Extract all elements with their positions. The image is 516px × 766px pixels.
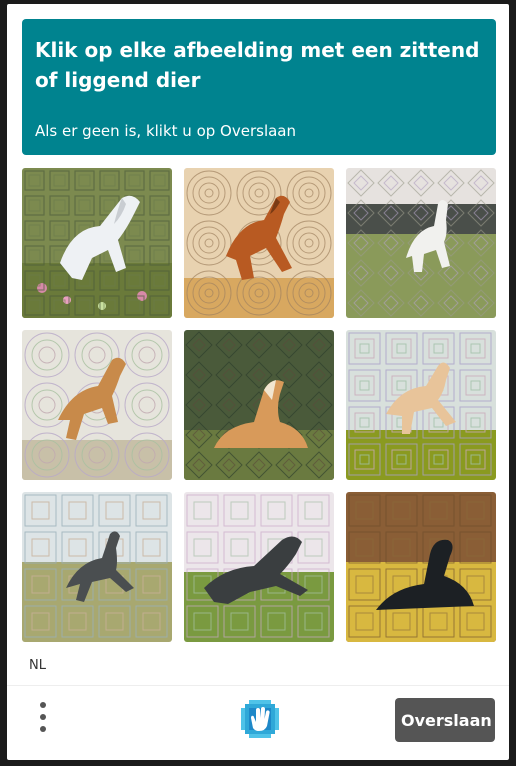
image-tile-2[interactable] bbox=[184, 168, 334, 318]
language-selector[interactable]: NL bbox=[29, 658, 46, 673]
tile-image bbox=[184, 168, 334, 318]
image-tile-4[interactable] bbox=[22, 330, 172, 480]
tile-image bbox=[346, 330, 496, 480]
footer-divider bbox=[7, 685, 509, 686]
prompt-title: Klik op elke afbeelding met een zittend … bbox=[35, 38, 480, 92]
image-tile-7[interactable] bbox=[22, 492, 172, 642]
image-tile-9[interactable] bbox=[346, 492, 496, 642]
tile-image bbox=[184, 330, 334, 480]
image-tile-5[interactable] bbox=[184, 330, 334, 480]
image-tile-6[interactable] bbox=[346, 330, 496, 480]
tile-image bbox=[346, 168, 496, 318]
kebab-menu-icon[interactable] bbox=[35, 702, 51, 734]
challenge-prompt: Klik op elke afbeelding met een zittend … bbox=[22, 19, 496, 155]
tile-image bbox=[22, 168, 172, 318]
image-tile-8[interactable] bbox=[184, 492, 334, 642]
tile-image bbox=[184, 492, 334, 642]
tile-image bbox=[346, 492, 496, 642]
image-grid bbox=[22, 168, 498, 644]
captcha-widget: Klik op elke afbeelding met een zittend … bbox=[7, 4, 509, 760]
tile-image bbox=[22, 330, 172, 480]
prompt-subtitle: Als er geen is, klikt u op Overslaan bbox=[35, 122, 296, 140]
image-tile-3[interactable] bbox=[346, 168, 496, 318]
hand-logo-icon bbox=[239, 698, 281, 740]
skip-button[interactable]: Overslaan bbox=[395, 698, 495, 742]
image-tile-1[interactable] bbox=[22, 168, 172, 318]
tile-image bbox=[22, 492, 172, 642]
